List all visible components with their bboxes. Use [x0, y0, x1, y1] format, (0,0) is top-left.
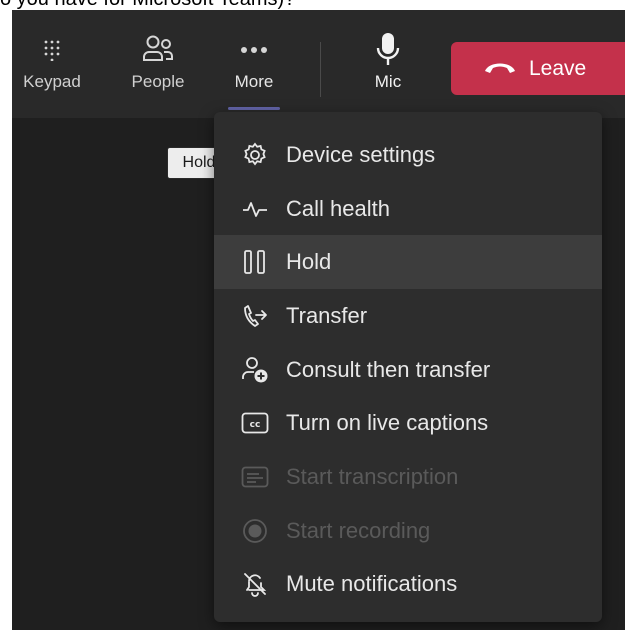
call-toolbar: Keypad People More Mic Leave: [12, 10, 625, 118]
more-options-menu: Device settings Call health Hold Transfe…: [214, 112, 602, 622]
more-active-indicator: [228, 107, 280, 110]
mic-label: Mic: [374, 72, 402, 91]
gear-icon: [240, 140, 270, 170]
menu-item-transfer[interactable]: Transfer: [214, 289, 602, 343]
hang-up-icon: [483, 57, 517, 81]
menu-item-consult-then-transfer[interactable]: Consult then transfer: [214, 343, 602, 397]
menu-item-label: Start recording: [286, 517, 431, 543]
transcript-icon: [240, 462, 270, 492]
people-button[interactable]: People: [120, 30, 196, 110]
toolbar-divider: [320, 42, 321, 97]
menu-item-label: Consult then transfer: [286, 356, 491, 382]
people-label: People: [131, 72, 185, 91]
bell-off-icon: [240, 569, 270, 599]
more-label: More: [234, 72, 274, 91]
menu-item-label: Hold: [286, 249, 332, 275]
teams-call-window: Keypad People More Mic Leave Hold Device…: [12, 10, 625, 630]
person-add-icon: [240, 355, 270, 385]
menu-item-label: Transfer: [286, 302, 368, 328]
menu-item-device-settings[interactable]: Device settings: [214, 128, 602, 182]
cc-icon: cc: [240, 408, 270, 438]
leave-button[interactable]: Leave: [451, 42, 625, 95]
menu-item-label: Device settings: [286, 141, 436, 167]
keypad-label: Keypad: [23, 72, 81, 91]
menu-item-call-health[interactable]: Call health: [214, 182, 602, 236]
menu-item-mute-notifications[interactable]: Mute notifications: [214, 558, 602, 612]
menu-item-start-transcription: Start transcription: [214, 450, 602, 504]
menu-item-start-recording: Start recording: [214, 504, 602, 558]
more-icon: [239, 30, 269, 70]
menu-item-label: Call health: [286, 195, 390, 221]
menu-item-label: Start transcription: [286, 463, 459, 489]
pause-icon: [240, 247, 270, 277]
menu-item-live-captions[interactable]: cc Turn on live captions: [214, 396, 602, 450]
transfer-icon: [240, 301, 270, 331]
menu-item-hold[interactable]: Hold: [214, 235, 602, 290]
menu-item-label: Turn on live captions: [286, 410, 489, 436]
leave-label: Leave: [529, 56, 587, 80]
people-icon: [141, 30, 175, 70]
keypad-button[interactable]: Keypad: [14, 30, 90, 110]
record-icon: [240, 516, 270, 546]
more-button[interactable]: More: [216, 30, 292, 110]
menu-item-label: Mute notifications: [286, 571, 458, 597]
mic-icon: [375, 30, 401, 70]
keypad-icon: [41, 30, 63, 70]
page-question-text: o you have for Microsoft Teams)?: [0, 0, 625, 10]
svg-text:cc: cc: [250, 420, 261, 430]
pulse-icon: [240, 194, 270, 224]
mic-button[interactable]: Mic: [350, 30, 426, 110]
